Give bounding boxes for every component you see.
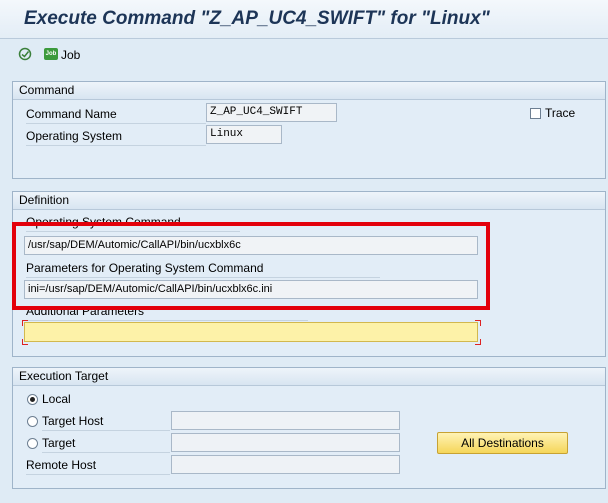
job-icon[interactable]: Job [44,48,58,60]
remote-host-label: Remote Host [26,458,170,475]
additional-params-field[interactable] [24,322,478,342]
all-destinations-button[interactable]: All Destinations [437,432,568,454]
command-name-label: Command Name [26,107,206,124]
required-marker-tr [475,320,481,326]
target-host-radio[interactable] [27,416,38,427]
target-label[interactable]: Target [42,436,170,453]
definition-group-title: Definition [13,192,605,210]
execute-icon[interactable] [18,47,32,61]
window-title: Execute Command "Z_AP_UC4_SWIFT" for "Li… [24,8,490,29]
trace-checkbox[interactable] [530,108,541,119]
local-radio[interactable] [27,394,38,405]
title-bar: Execute Command "Z_AP_UC4_SWIFT" for "Li… [0,0,608,39]
os-label: Operating System [26,129,206,146]
job-button-label[interactable]: Job [61,48,80,62]
required-marker-tl [22,320,28,326]
target-field[interactable] [171,433,400,452]
command-name-field[interactable]: Z_AP_UC4_SWIFT [206,103,337,122]
target-radio[interactable] [27,438,38,449]
target-host-label[interactable]: Target Host [42,414,170,431]
remote-host-field[interactable] [171,455,400,474]
local-label[interactable]: Local [42,392,71,408]
toolbar [0,39,608,69]
os-field[interactable]: Linux [206,125,282,144]
trace-label[interactable]: Trace [545,106,575,122]
required-marker-br [475,339,481,345]
target-host-field[interactable] [171,411,400,430]
highlight-box [12,222,490,310]
command-group-title: Command [13,82,605,100]
execution-target-title: Execution Target [13,368,605,386]
required-marker-bl [22,339,28,345]
